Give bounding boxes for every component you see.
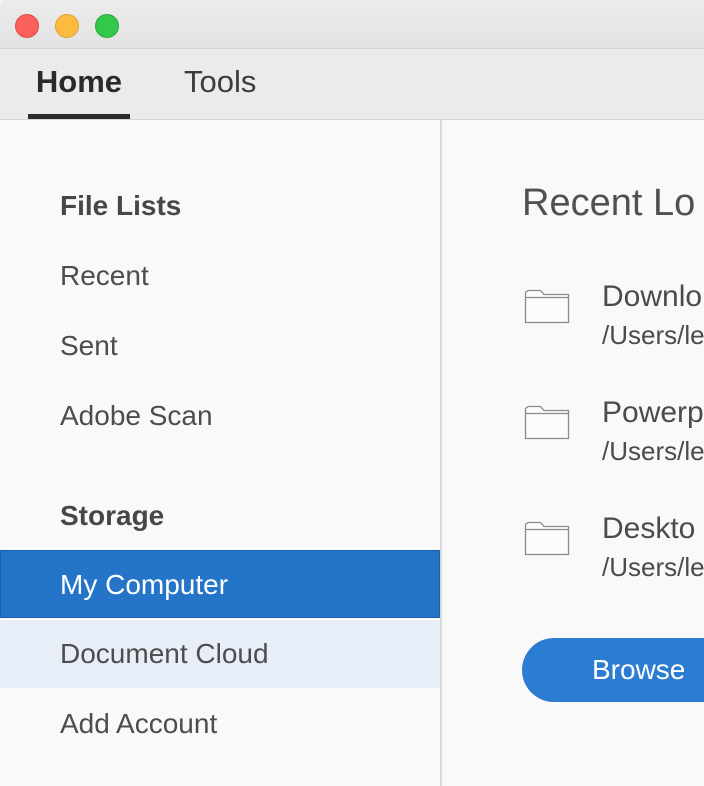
sidebar-item-adobe-scan[interactable]: Adobe Scan [0, 382, 440, 450]
file-lists-header: File Lists [60, 190, 182, 221]
recent-location-item[interactable]: Downlo /Users/le [524, 280, 704, 360]
folder-icon [524, 521, 570, 556]
tab-bar: Home Tools [0, 49, 704, 120]
tab-home[interactable]: Home [28, 49, 130, 119]
location-path: /Users/le [602, 552, 704, 582]
sidebar-item-add-account[interactable]: Add Account [0, 690, 440, 758]
browse-button[interactable]: Browse [522, 638, 704, 702]
location-path: /Users/le [602, 436, 704, 466]
recent-locations-title: Recent Lo [522, 182, 696, 224]
storage-header: Storage [60, 500, 165, 531]
sidebar-item-my-computer[interactable]: My Computer [0, 550, 440, 618]
zoom-window-button[interactable] [95, 14, 119, 38]
sidebar-item-recent[interactable]: Recent [0, 242, 440, 310]
minimize-window-button[interactable] [55, 14, 79, 38]
sidebar-item-sent[interactable]: Sent [0, 312, 440, 380]
recent-location-item[interactable]: Powerp /Users/le [524, 396, 704, 476]
location-name: Deskto [602, 512, 696, 545]
close-window-button[interactable] [15, 14, 39, 38]
folder-icon [524, 405, 570, 440]
title-bar [0, 0, 704, 49]
recent-location-item[interactable]: Deskto /Users/le [524, 512, 704, 592]
location-name: Powerp [602, 396, 704, 429]
sidebar-item-document-cloud[interactable]: Document Cloud [0, 620, 440, 688]
tab-tools[interactable]: Tools [184, 49, 256, 119]
main-panel: Recent Lo Downlo /Users/le Powerp /Users… [442, 120, 704, 786]
location-name: Downlo [602, 280, 703, 313]
folder-icon [524, 289, 570, 324]
sidebar: File Lists Recent Sent Adobe Scan Storag… [0, 120, 442, 786]
location-path: /Users/le [602, 320, 704, 350]
